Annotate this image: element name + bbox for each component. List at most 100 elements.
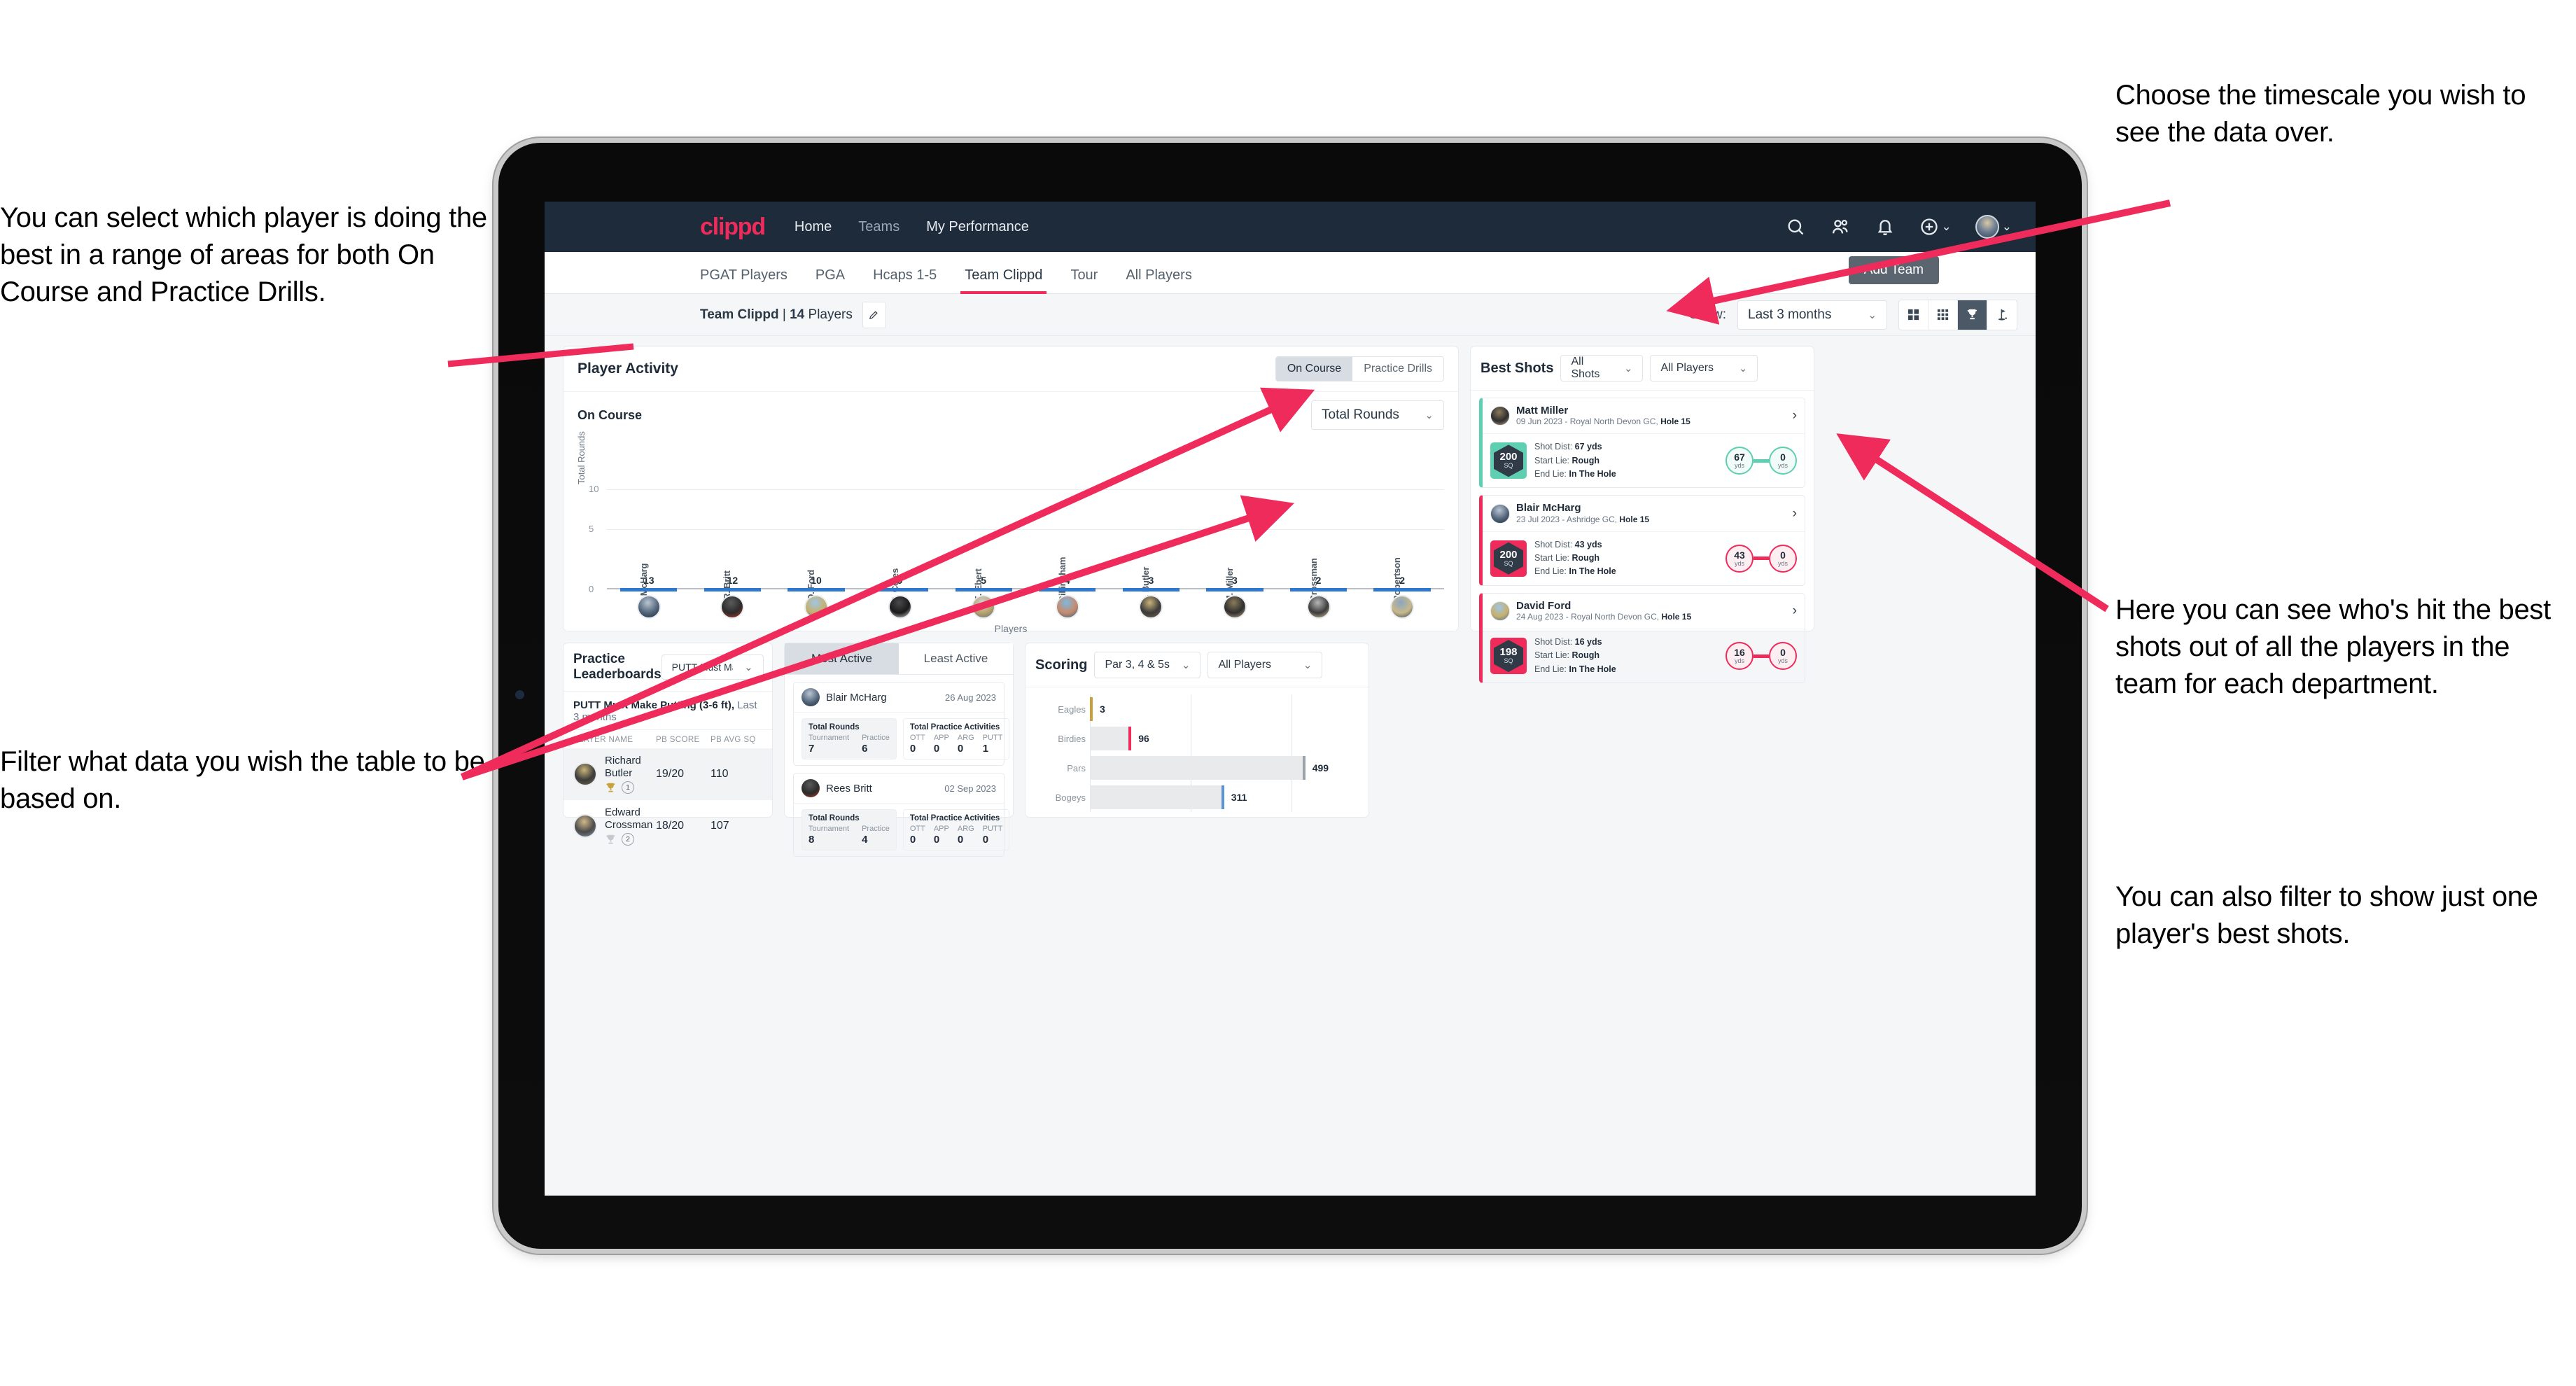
tab-all-players[interactable]: All Players <box>1126 267 1191 293</box>
on-course-label: On Course <box>578 407 643 422</box>
shot-end-node: 0 yds <box>1769 447 1797 475</box>
chart-bar-group[interactable]: 12 R. Britt <box>691 570 775 600</box>
avatar[interactable] <box>1390 595 1415 619</box>
shot-type-select[interactable]: All Shots ⌄ <box>1560 355 1644 382</box>
leaderboard-rows: Richard Butler 1 19/20 110 Edward Crossman 2 1… <box>564 748 772 852</box>
chart-bar-group[interactable]: 2 E. Crossman <box>1277 558 1361 612</box>
best-shot-card[interactable]: David Ford 24 Aug 2023 - Royal North Devo… <box>1479 592 1805 684</box>
ytick-10: 10 <box>589 484 599 495</box>
best-shot-card[interactable]: Matt Miller 09 Jun 2023 - Royal North Dev… <box>1479 398 1805 489</box>
practice-stat-key: ARG <box>957 734 974 742</box>
scoring-row[interactable]: Pars 499 <box>1067 756 1357 780</box>
people-icon[interactable] <box>1830 216 1851 237</box>
tab-least-active[interactable]: Least Active <box>899 643 1013 674</box>
ytick-0: 0 <box>589 584 594 594</box>
leaderboard-player-name: Edward Crossman <box>605 806 653 831</box>
activity-player-card[interactable]: Blair McHarg 26 Aug 2023 Total Rounds Tourn… <box>793 682 1010 766</box>
best-shots-player-select[interactable]: All Players ⌄ <box>1650 355 1758 382</box>
end-lie-label: End Lie: <box>1534 469 1569 479</box>
player-activity-header: Player Activity On Course Practice Drill… <box>564 346 1458 392</box>
scoring-player-select[interactable]: All Players ⌄ <box>1208 652 1323 678</box>
tab-pgat-players[interactable]: PGAT Players <box>700 267 788 293</box>
chart-player-avatars <box>607 595 1444 619</box>
activity-tabs: Most Active Least Active <box>785 643 1013 675</box>
chart-bar-group[interactable]: 9 J. Coles <box>858 568 942 602</box>
segment-practice-drills[interactable]: Practice Drills <box>1352 357 1443 381</box>
timescale-select[interactable]: Last 3 months ⌄ <box>1737 300 1887 330</box>
total-practice-box: Total Practice Activities OTT 0 APP 0 ARG 0 PUT… <box>902 718 1010 760</box>
drill-select[interactable]: PUTT Must Make Putting ... ⌄ <box>661 654 764 680</box>
end-lie-line: End Lie: In The Hole <box>1534 565 1616 578</box>
nav-home[interactable]: Home <box>794 219 832 235</box>
chart-bar-group[interactable]: 2 C. Robertson <box>1360 557 1444 613</box>
plus-circle-icon[interactable]: ⌄ <box>1919 216 1952 237</box>
chart-bars: 13 B. McHarg 12 R. Britt 10 D. Ford 9 J. Coles 5… <box>607 449 1444 613</box>
metric-select[interactable]: Total Rounds ⌄ <box>1311 400 1444 430</box>
avatar[interactable] <box>1306 595 1331 619</box>
edit-pencil-icon[interactable] <box>862 301 886 328</box>
trophy-icon[interactable] <box>1958 300 1987 330</box>
add-team-button[interactable]: Add Team <box>1848 256 1939 284</box>
avatar[interactable] <box>1222 595 1247 619</box>
scoring-row-bar <box>1090 727 1132 750</box>
clippd-logo[interactable]: clippd <box>700 214 766 241</box>
avatar <box>802 688 820 706</box>
table-row[interactable]: Richard Butler 1 19/20 110 <box>564 748 772 800</box>
chevron-right-icon[interactable]: › <box>1793 408 1797 424</box>
nav-my-performance[interactable]: My Performance <box>926 219 1029 235</box>
grid-3x3-icon[interactable] <box>1928 300 1958 330</box>
grid-2x2-icon[interactable] <box>1899 300 1928 330</box>
practice-stat: PUTT 0 <box>983 825 1003 846</box>
best-shot-meta-prefix: 23 Jul 2023 - Ashridge GC, <box>1516 514 1620 524</box>
chart-bar-group[interactable]: 10 D. Ford <box>774 570 858 601</box>
chevron-down-icon: ⌄ <box>1424 410 1434 421</box>
best-shot-card[interactable]: Blair McHarg 23 Jul 2023 - Ashridge GC, H… <box>1479 495 1805 586</box>
avatar[interactable] <box>804 595 828 619</box>
annotation-right-bottom: You can also filter to show just one pla… <box>2115 881 2538 949</box>
avatar[interactable]: ⌄ <box>1975 215 2012 239</box>
segment-on-course[interactable]: On Course <box>1275 357 1353 381</box>
scoring-row[interactable]: Bogeys 311 <box>1056 785 1357 809</box>
chart-bar-group[interactable]: 5 E. Ebert <box>941 568 1026 602</box>
best-shot-details: Shot Dist: 16 yds Start Lie: Rough End Lie… <box>1534 636 1616 676</box>
shot-dist-value: 43 yds <box>1574 539 1602 550</box>
rounds-stat: Tournament 8 <box>808 825 849 846</box>
table-row[interactable]: Edward Crossman 2 18/20 107 <box>564 800 772 852</box>
chevron-down-icon: ⌄ <box>744 662 753 673</box>
end-lie-value: In The Hole <box>1569 566 1616 577</box>
chart-bar-group[interactable]: 3 R. Butler <box>1110 567 1194 603</box>
avatar[interactable] <box>1139 595 1163 619</box>
scoring-bars: Eagles 3 Birdies 96 Pars 499 Bogeys 311 <box>1056 694 1357 812</box>
avatar[interactable] <box>888 595 912 619</box>
activity-player-name: Rees Britt <box>826 782 872 794</box>
activity-date: 02 Sep 2023 <box>944 783 996 794</box>
tab-tour[interactable]: Tour <box>1070 267 1098 293</box>
practice-leaderboards-title: Practice Leaderboards <box>573 652 662 682</box>
avatar[interactable] <box>972 595 996 619</box>
chart-bar-group[interactable]: 3 M. Miller <box>1193 568 1277 603</box>
chart-bar-group[interactable]: 13 B. McHarg <box>607 564 691 607</box>
shot-from-value: 43 <box>1734 549 1745 561</box>
tab-pga[interactable]: PGA <box>816 267 845 293</box>
nav-teams[interactable]: Teams <box>858 219 899 235</box>
scoring-row[interactable]: Birdies 96 <box>1058 727 1357 750</box>
tab-most-active[interactable]: Most Active <box>785 643 899 674</box>
avatar[interactable] <box>720 595 745 619</box>
tab-team-clippd[interactable]: Team Clippd <box>960 267 1047 294</box>
practice-stat-value: 0 <box>982 834 989 846</box>
scoring-row[interactable]: Eagles 3 <box>1058 697 1357 721</box>
tab-hcaps-1-5[interactable]: Hcaps 1-5 <box>873 267 937 293</box>
chart-bar-group[interactable]: 4 D. Billingham <box>1026 557 1110 613</box>
shot-quality-value: 198 <box>1499 646 1518 659</box>
avatar[interactable] <box>636 595 661 619</box>
avatar[interactable] <box>1055 595 1079 619</box>
shot-distance-diagram: 43 yds 0 yds <box>1726 544 1797 573</box>
activity-player-card[interactable]: Rees Britt 02 Sep 2023 Total Rounds Tournam… <box>793 773 1010 857</box>
chevron-right-icon[interactable]: › <box>1793 506 1797 522</box>
chevron-right-icon[interactable]: › <box>1793 603 1797 619</box>
bell-icon[interactable] <box>1875 216 1896 237</box>
rounds-stat-value: 7 <box>808 743 815 755</box>
par-filter-select[interactable]: Par 3, 4 & 5s ⌄ <box>1094 652 1201 678</box>
golf-flag-icon[interactable] <box>1987 300 2017 330</box>
search-icon[interactable] <box>1785 216 1806 237</box>
